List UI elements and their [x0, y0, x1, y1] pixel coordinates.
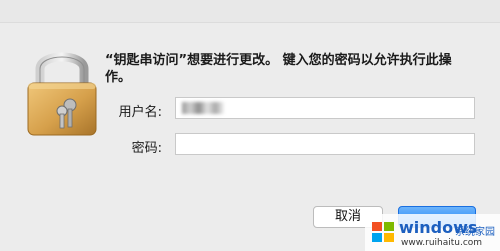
dialog-message: “钥匙串访问”想要进行更改。 键入您的密码以允许执行此操作。 — [105, 53, 452, 85]
watermark: windows 系统家园 www.ruihaitu.com — [365, 214, 500, 251]
password-field[interactable] — [175, 133, 475, 155]
watermark-subtitle: 系统家园 — [455, 227, 495, 238]
username-field[interactable] — [175, 97, 475, 119]
password-label: 密码: — [131, 141, 162, 156]
padlock-with-keys-icon — [27, 52, 97, 136]
blurred-username — [182, 102, 224, 114]
title-bar[interactable] — [0, 0, 500, 23]
authorization-dialog: “钥匙串访问”想要进行更改。 键入您的密码以允许执行此操作。 用户名: 密码: … — [0, 0, 500, 251]
windows-logo-icon — [372, 222, 394, 242]
username-label: 用户名: — [118, 105, 162, 120]
watermark-url: www.ruihaitu.com — [401, 238, 483, 248]
